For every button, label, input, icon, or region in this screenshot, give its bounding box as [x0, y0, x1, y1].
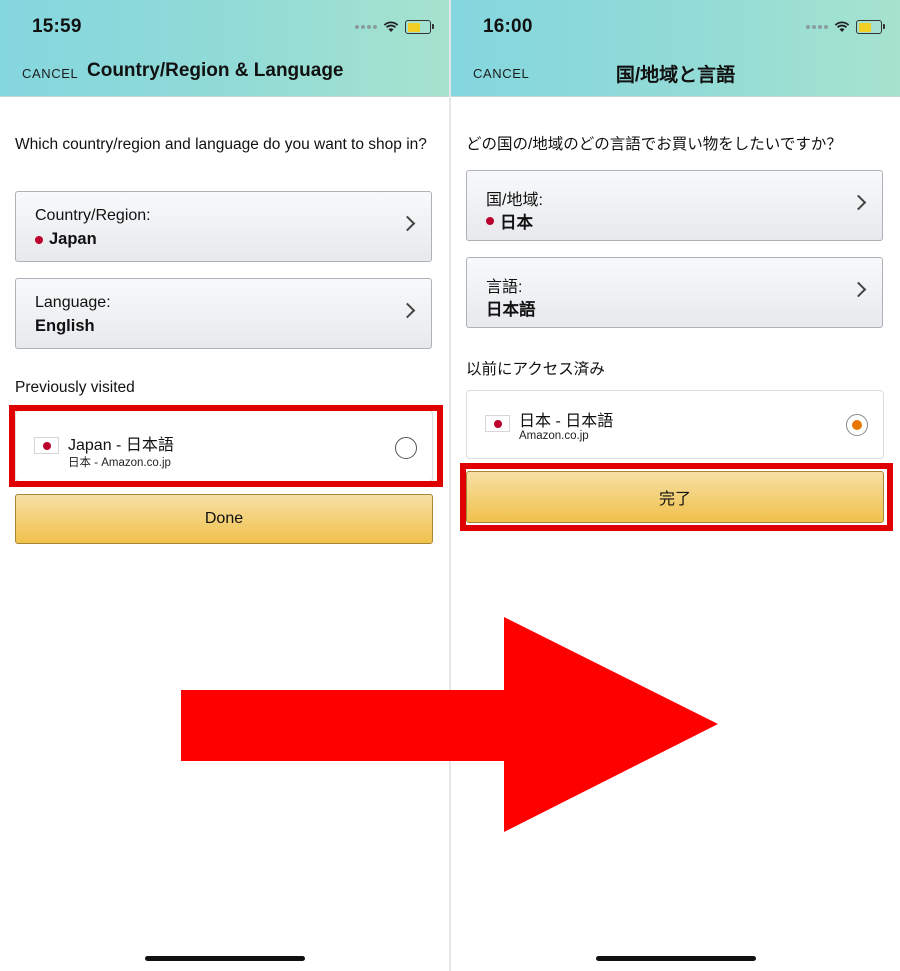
right-arrow-icon [181, 617, 718, 832]
